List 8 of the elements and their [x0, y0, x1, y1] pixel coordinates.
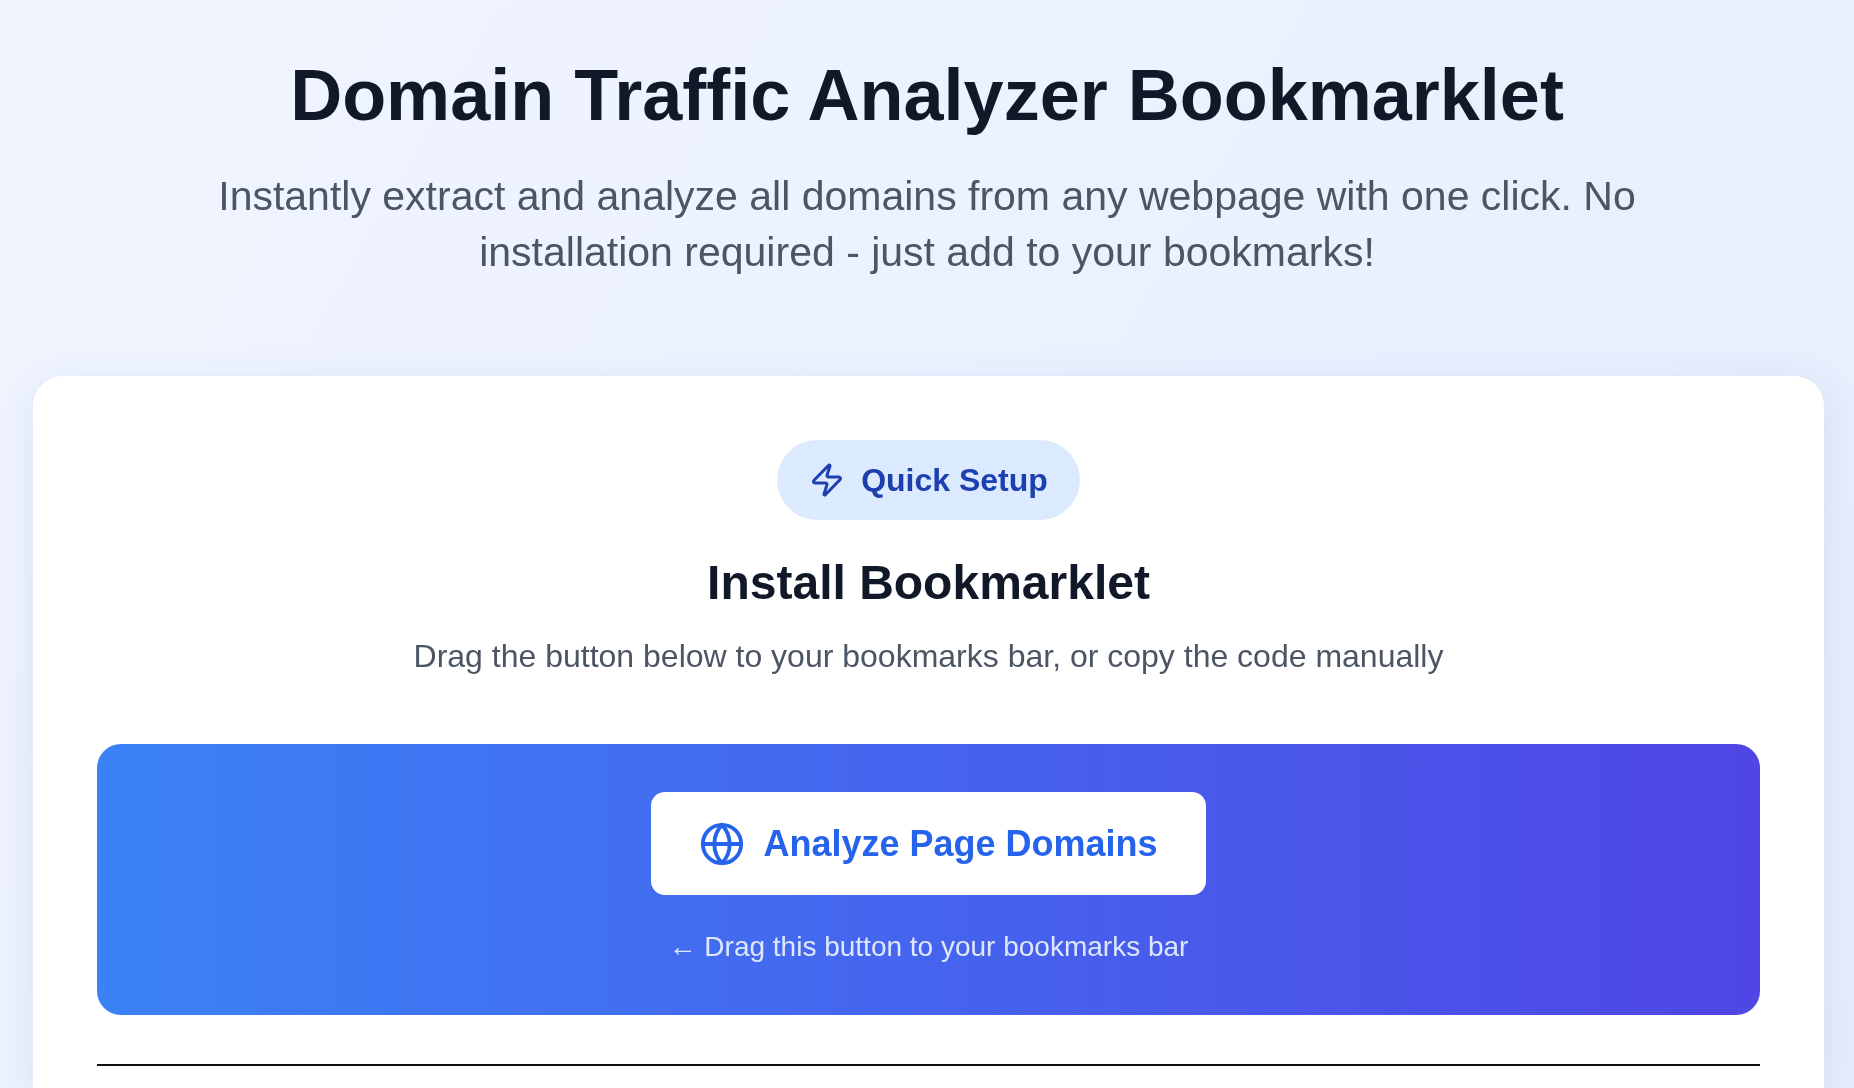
install-title: Install Bookmarklet: [707, 555, 1150, 611]
drag-hint: ← Drag this button to your bookmarks bar: [668, 930, 1189, 964]
setup-label: Quick Setup: [861, 461, 1048, 499]
page-title: Domain Traffic Analyzer Bookmarklet: [290, 54, 1564, 137]
install-description: Drag the button below to your bookmarks bar, or copy the code manually: [413, 637, 1444, 676]
bookmarklet-button[interactable]: Analyze Page Domains: [651, 792, 1206, 895]
globe-icon: [699, 820, 746, 867]
page-subtitle: Instantly extract and analyze all domains from any webpage with one click. No installation required - just add to your bookmarks!: [217, 172, 1637, 277]
